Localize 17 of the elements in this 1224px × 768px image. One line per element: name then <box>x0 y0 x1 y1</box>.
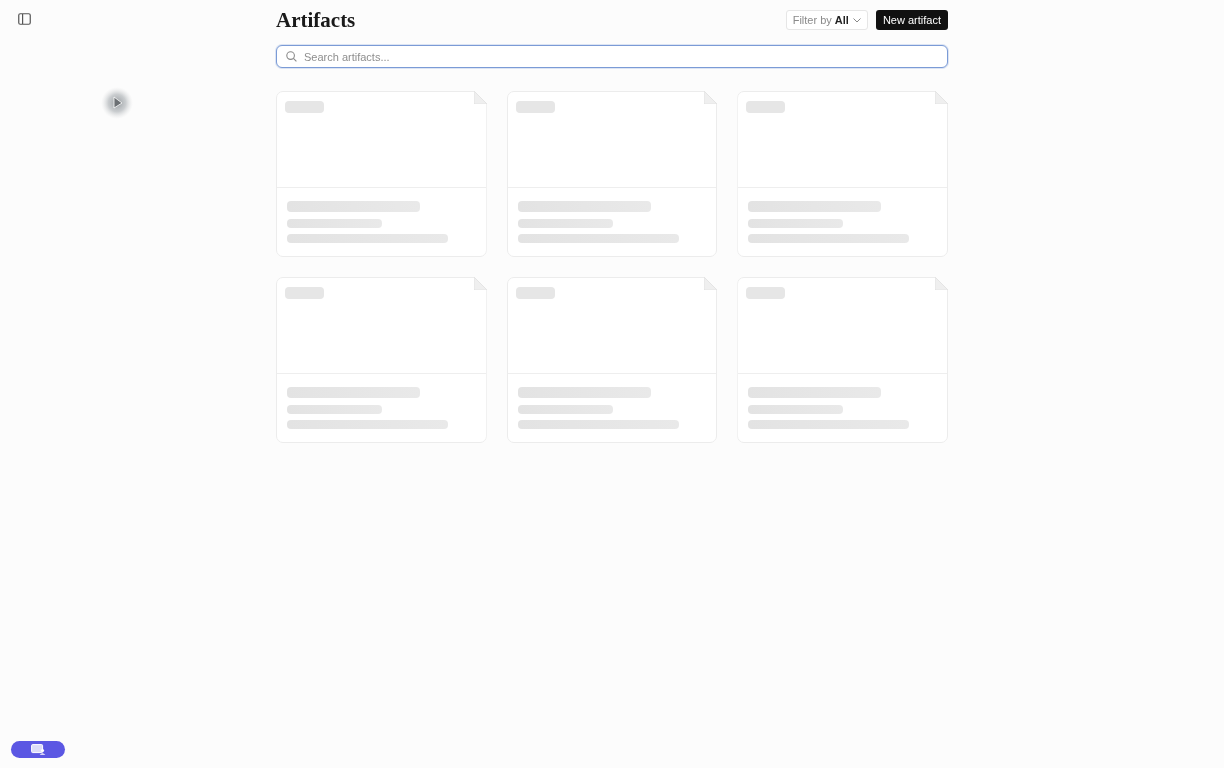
screen-share-button[interactable] <box>11 741 65 758</box>
search-field[interactable]: Search artifacts... <box>276 45 948 68</box>
skeleton-tag <box>285 101 324 113</box>
skeleton-tag <box>285 287 324 299</box>
monitor-person-icon <box>30 744 46 755</box>
sidebar-toggle-button[interactable] <box>17 12 32 26</box>
search-icon <box>286 51 297 62</box>
mouse-pointer-icon <box>101 87 133 119</box>
page-title: Artifacts <box>276 7 357 33</box>
skeleton-tag <box>746 287 786 299</box>
new-artifact-button[interactable]: New artifact <box>875 10 948 30</box>
skeleton-tag <box>515 101 555 113</box>
sidebar-icon <box>18 13 31 25</box>
filter-dropdown[interactable]: Filter by All <box>785 10 868 30</box>
skeleton-tag <box>746 101 786 113</box>
chevron-down-icon <box>852 17 861 23</box>
skeleton-tag <box>515 287 555 299</box>
